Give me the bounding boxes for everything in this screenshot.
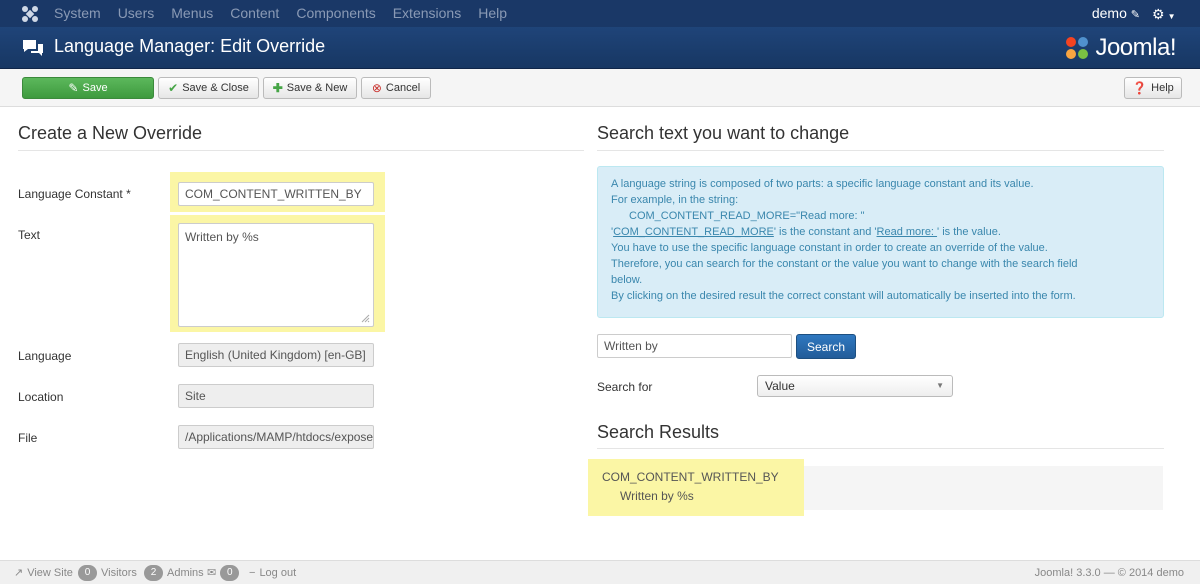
language-field: English (United Kingdom) [en-GB] xyxy=(178,343,374,367)
info-constant-example: COM_CONTENT_READ_MORE xyxy=(613,226,774,238)
info-line: You have to use the specific language co… xyxy=(611,242,1048,254)
save-button-label: Save xyxy=(82,82,108,94)
info-line: Therefore, you can search for the consta… xyxy=(611,258,1078,270)
visitors-status: 0 Visitors xyxy=(78,565,137,581)
info-alert: A language string is composed of two par… xyxy=(597,166,1164,318)
logout-label: Log out xyxy=(259,567,297,579)
cancel-button[interactable]: ⊗ Cancel xyxy=(361,77,431,99)
gear-icon: ⚙ xyxy=(1152,6,1165,22)
info-value-example: Read more: xyxy=(876,226,938,238)
brand-name: Joomla! xyxy=(1095,34,1176,61)
info-text: ' is the constant and ' xyxy=(773,226,877,238)
info-line: For example, in the string: xyxy=(611,194,739,206)
search-input[interactable]: Written by xyxy=(597,334,792,358)
joomla-brand: Joomla! xyxy=(1063,33,1176,63)
top-menu-bar: System Users Menus Content Components Ex… xyxy=(0,0,1200,27)
save-new-label: Save & New xyxy=(286,82,348,94)
user-name: demo xyxy=(1091,5,1127,21)
info-line: 'COM_CONTENT_READ_MORE' is the constant … xyxy=(611,224,1150,240)
info-text: ' is the value. xyxy=(937,226,1001,238)
text-value: Written by %s xyxy=(185,230,259,244)
visitors-label: Visitors xyxy=(101,567,137,579)
file-field: /Applications/MAMP/htdocs/expose xyxy=(178,425,374,449)
menu-users[interactable]: Users xyxy=(118,0,155,27)
location-field: Site xyxy=(178,384,374,408)
minus-icon: − xyxy=(249,567,256,579)
save-new-button[interactable]: ✚ Save & New xyxy=(263,77,357,99)
divider xyxy=(597,150,1164,151)
result-item[interactable]: COM_CONTENT_WRITTEN_BY Written by %s xyxy=(602,470,792,510)
menu-extensions[interactable]: Extensions xyxy=(393,0,461,27)
menu-components[interactable]: Components xyxy=(296,0,375,27)
external-edit-icon: ✎ xyxy=(1130,9,1140,21)
view-site-link[interactable]: ↗ View Site xyxy=(14,565,73,581)
page-title: Language Manager: Edit Override xyxy=(54,36,326,56)
admins-status: 2 Admins xyxy=(144,565,204,581)
language-constant-input[interactable]: COM_CONTENT_WRITTEN_BY xyxy=(178,182,374,206)
result-text: Written by %s xyxy=(620,489,694,503)
save-close-button[interactable]: ✔ Save & Close xyxy=(158,77,259,99)
title-bar: Language Manager: Edit Override Joomla! xyxy=(0,27,1200,69)
constant-label: Language Constant * xyxy=(18,187,131,201)
text-textarea[interactable]: Written by %s xyxy=(178,223,374,327)
results-heading: Search Results xyxy=(597,422,720,442)
divider xyxy=(597,448,1164,449)
toolbar: ✎ Save ✔ Save & Close ✚ Save & New ⊗ Can… xyxy=(0,69,1200,107)
view-site-label: View Site xyxy=(27,567,73,579)
admins-count: 2 xyxy=(144,565,163,581)
dropdown-arrow-icon: ▼ xyxy=(936,381,944,390)
info-line: below. xyxy=(611,274,643,286)
save-close-label: Save & Close xyxy=(182,82,249,94)
menu-system[interactable]: System xyxy=(54,0,101,27)
copyright: Joomla! 3.3.0 — © 2014 demo xyxy=(1034,567,1184,579)
plus-icon: ✚ xyxy=(272,81,283,95)
search-for-label: Search for xyxy=(597,380,653,394)
messages-status[interactable]: ✉ 0 xyxy=(207,565,240,581)
joomla-logo-icon xyxy=(1066,37,1089,59)
info-line: A language string is composed of two par… xyxy=(611,178,1034,190)
search-heading: Search text you want to change xyxy=(597,123,850,143)
user-link[interactable]: demo ✎ xyxy=(1092,0,1140,29)
help-icon: ❓ xyxy=(1132,81,1148,95)
menu-help[interactable]: Help xyxy=(478,0,507,27)
messages-count: 0 xyxy=(220,565,240,581)
edit-icon: ✎ xyxy=(68,81,79,95)
search-button[interactable]: Search xyxy=(796,334,856,359)
resize-grip-icon[interactable] xyxy=(361,314,370,323)
cancel-label: Cancel xyxy=(385,82,421,94)
logout-link[interactable]: − Log out xyxy=(249,565,296,581)
info-line: By clicking on the desired result the co… xyxy=(611,290,1076,302)
info-line: COM_CONTENT_READ_MORE="Read more: " xyxy=(629,210,865,222)
visitors-count: 0 xyxy=(78,565,97,581)
admins-label: Admins xyxy=(167,567,204,579)
create-override-heading: Create a New Override xyxy=(18,123,203,143)
settings-menu[interactable]: ⚙ ▼ xyxy=(1152,6,1180,22)
location-label: Location xyxy=(18,390,64,404)
main-menu: System Users Menus Content Components Ex… xyxy=(54,0,524,27)
divider xyxy=(18,150,584,151)
search-for-value: Value xyxy=(765,379,795,393)
check-icon: ✔ xyxy=(168,81,179,95)
result-constant: COM_CONTENT_WRITTEN_BY xyxy=(602,470,779,484)
joomla-logo-icon[interactable] xyxy=(20,4,40,24)
caret-down-icon: ▼ xyxy=(1167,12,1176,21)
menu-content[interactable]: Content xyxy=(230,0,279,27)
text-label: Text xyxy=(18,228,41,242)
cancel-icon: ⊗ xyxy=(371,81,382,95)
external-link-icon: ↗ xyxy=(14,567,24,579)
help-label: Help xyxy=(1151,82,1174,94)
save-button[interactable]: ✎ Save xyxy=(22,77,154,99)
menu-menus[interactable]: Menus xyxy=(171,0,213,27)
language-label: Language xyxy=(18,349,72,363)
comments-icon xyxy=(23,40,43,56)
help-button[interactable]: ❓ Help xyxy=(1124,77,1182,99)
status-bar: ↗ View Site 0 Visitors 2 Admins ✉ 0 − Lo… xyxy=(0,560,1200,584)
envelope-icon: ✉ xyxy=(207,567,217,579)
search-for-select[interactable]: Value ▼ xyxy=(757,375,953,397)
file-label: File xyxy=(18,431,38,445)
